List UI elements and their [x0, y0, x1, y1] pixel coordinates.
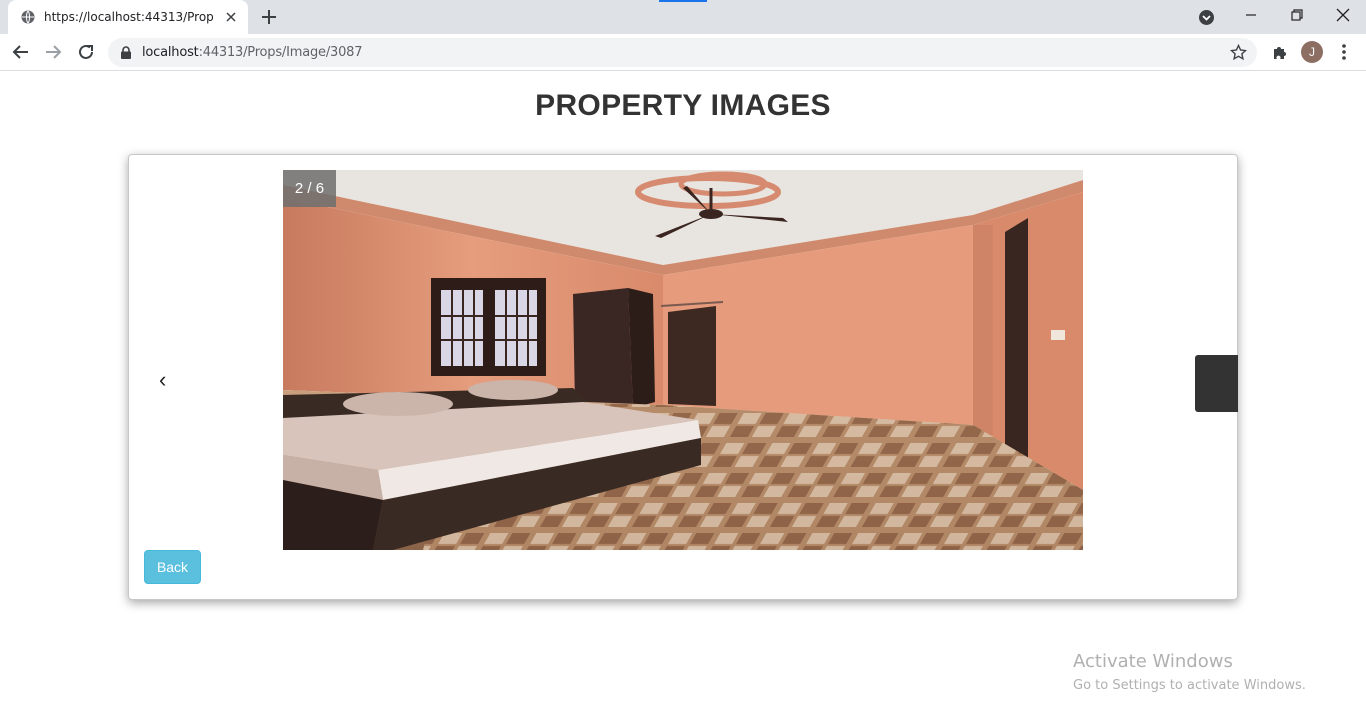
url-host: localhost — [142, 45, 199, 60]
next-slide-button[interactable] — [1195, 355, 1238, 412]
browser-toolbar: localhost:44313/Props/Image/3087 J — [0, 34, 1366, 71]
watermark-subtitle: Go to Settings to activate Windows. — [1073, 678, 1306, 693]
url-path: :44313/Props/Image/3087 — [198, 45, 363, 60]
reload-icon[interactable] — [77, 43, 95, 61]
star-icon[interactable] — [1230, 44, 1247, 61]
watermark-title: Activate Windows — [1073, 651, 1233, 672]
tab-title: https://localhost:44313/Props/Im — [44, 10, 214, 24]
image-slider-card: 2 / 6 ‹ Back — [128, 154, 1238, 600]
prev-slide-button[interactable]: ‹ — [159, 369, 173, 391]
page-title: PROPERTY IMAGES — [535, 89, 831, 122]
url-text: localhost:44313/Props/Image/3087 — [142, 45, 362, 60]
kebab-menu-icon[interactable] — [1336, 43, 1352, 61]
browser-tab[interactable]: https://localhost:44313/Props/Im — [8, 0, 248, 34]
close-icon[interactable] — [224, 10, 238, 24]
window-close-icon[interactable] — [1333, 5, 1353, 25]
tab-search-icon[interactable] — [1198, 9, 1215, 26]
globe-icon — [21, 10, 35, 24]
tab-indicator — [659, 0, 707, 2]
back-arrow-icon[interactable] — [12, 43, 30, 61]
slide-image: 2 / 6 — [283, 170, 1083, 550]
back-button[interactable]: Back — [144, 550, 201, 584]
plus-icon[interactable] — [260, 8, 278, 26]
bedroom-photo — [283, 170, 1083, 550]
tab-strip: https://localhost:44313/Props/Im — [0, 0, 1366, 34]
puzzle-icon[interactable] — [1271, 43, 1289, 61]
lock-icon[interactable] — [120, 46, 132, 59]
restore-icon[interactable] — [1287, 5, 1307, 25]
minimize-icon[interactable] — [1241, 5, 1261, 25]
slide-counter: 2 / 6 — [283, 170, 336, 207]
windows-activation-watermark: Activate Windows Go to Settings to activ… — [1073, 651, 1306, 693]
profile-avatar[interactable]: J — [1301, 41, 1323, 63]
address-bar[interactable]: localhost:44313/Props/Image/3087 — [108, 38, 1257, 67]
forward-arrow-icon[interactable] — [44, 43, 62, 61]
